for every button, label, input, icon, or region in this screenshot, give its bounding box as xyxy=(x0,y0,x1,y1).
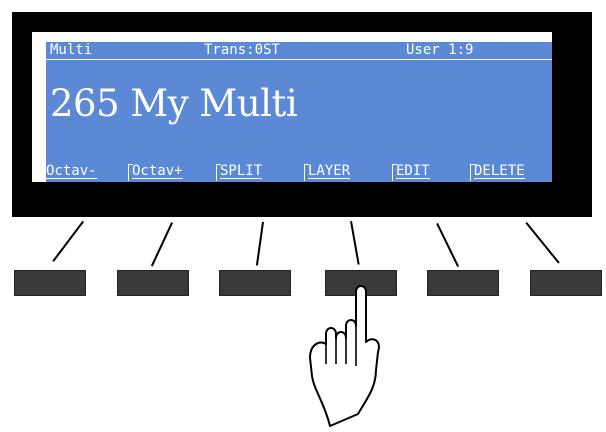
softkey-label: DELETE xyxy=(474,163,525,179)
lcd-display: Multi Trans:0ST User 1:9 265 My Multi Oc… xyxy=(46,42,552,182)
connector-line xyxy=(436,223,460,268)
softkey-underline xyxy=(308,178,351,179)
mode-label: Multi xyxy=(50,42,93,58)
softkey-underline xyxy=(474,178,525,179)
status-divider xyxy=(46,59,552,60)
softkey-octav-minus[interactable]: Octav- xyxy=(46,161,97,181)
transpose-label: Trans:0ST xyxy=(204,42,280,58)
softkey-octav-plus[interactable]: Octav+ xyxy=(128,161,183,181)
user-label: User 1:9 xyxy=(406,42,474,58)
connector-line xyxy=(150,222,173,267)
softkey-underline xyxy=(220,178,263,179)
hardware-button-2[interactable] xyxy=(117,270,189,296)
connector-line xyxy=(525,222,560,264)
softkey-label: Octav+ xyxy=(132,163,183,179)
softkey-underline xyxy=(132,178,183,179)
connector-line xyxy=(52,220,84,262)
softkey-label: EDIT xyxy=(396,163,430,179)
softkey-edit[interactable]: EDIT xyxy=(392,161,430,181)
hardware-button-3[interactable] xyxy=(219,270,291,296)
hand-pointer-icon xyxy=(290,278,400,432)
status-bar: Multi Trans:0ST User 1:9 xyxy=(46,42,552,58)
lcd-screen: Multi Trans:0ST User 1:9 265 My Multi Oc… xyxy=(32,32,552,182)
softkey-label: Octav- xyxy=(46,163,97,179)
softkey-label: SPLIT xyxy=(220,163,263,179)
hardware-button-1[interactable] xyxy=(14,270,86,296)
softkey-underline xyxy=(396,178,430,179)
connector-line xyxy=(350,221,360,265)
hardware-button-5[interactable] xyxy=(427,270,499,296)
softkey-layer[interactable]: LAYER xyxy=(304,161,351,181)
multi-title: 265 My Multi xyxy=(50,82,298,125)
softkey-split[interactable]: SPLIT xyxy=(216,161,263,181)
softkey-delete[interactable]: DELETE xyxy=(470,161,525,181)
softkey-label: LAYER xyxy=(308,163,351,179)
softkey-underline xyxy=(46,178,97,179)
hardware-button-6[interactable] xyxy=(530,270,602,296)
softkey-row: Octav- Octav+ SPLIT LAYER EDIT DELETE xyxy=(46,161,552,182)
connector-line xyxy=(255,221,264,266)
